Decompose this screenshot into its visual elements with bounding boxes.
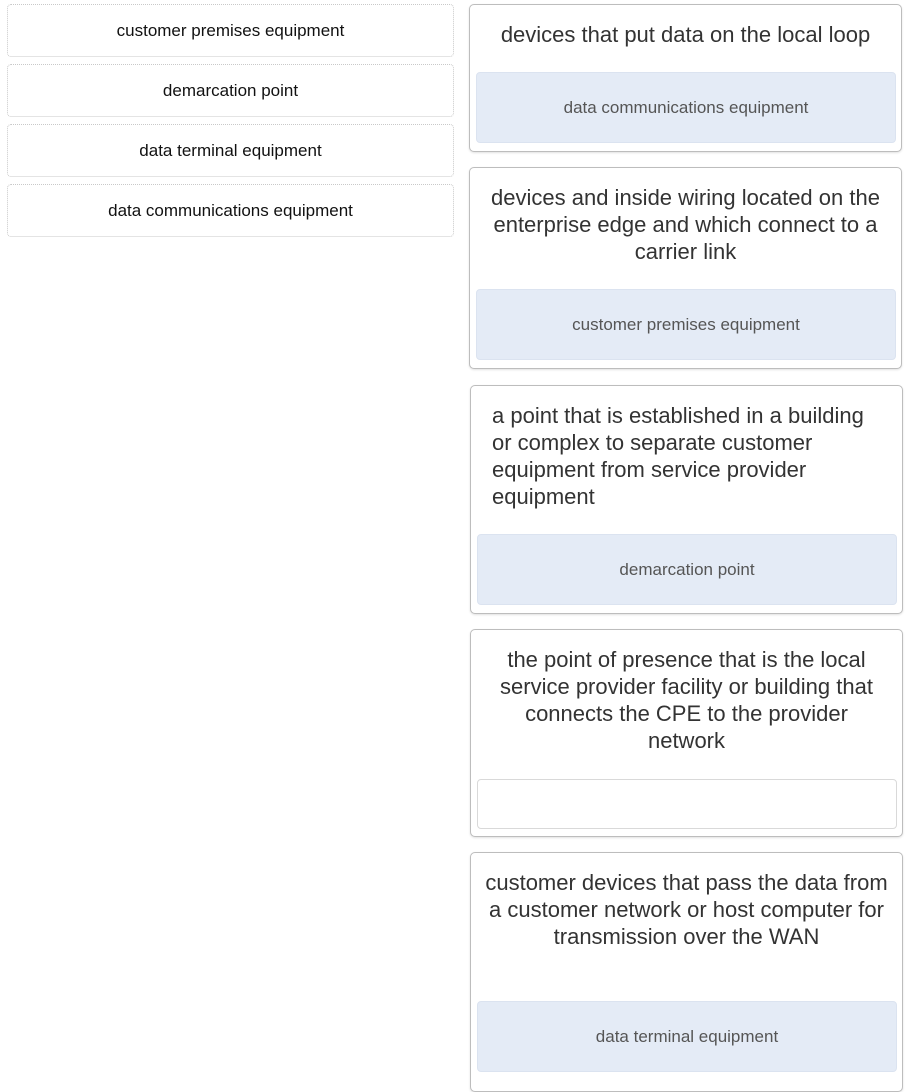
drop-zone-empty[interactable] xyxy=(477,779,897,829)
option-data-terminal-equipment[interactable]: data terminal equipment xyxy=(7,124,454,177)
target-description: customer devices that pass the data from… xyxy=(485,870,888,949)
target-card: a point that is established in a buildin… xyxy=(470,385,903,614)
target-description: a point that is established in a buildin… xyxy=(492,403,864,509)
target-card: the point of presence that is the local … xyxy=(470,629,903,837)
drop-zone[interactable]: customer premises equipment xyxy=(476,289,896,360)
target-card: devices that put data on the local loop … xyxy=(469,4,902,152)
drop-zone[interactable]: data terminal equipment xyxy=(477,1001,897,1072)
drop-zone[interactable]: demarcation point xyxy=(477,534,897,605)
option-customer-premises-equipment[interactable]: customer premises equipment xyxy=(7,4,454,57)
target-card: devices and inside wiring located on the… xyxy=(469,167,902,369)
option-data-communications-equipment[interactable]: data communications equipment xyxy=(7,184,454,237)
target-description: devices and inside wiring located on the… xyxy=(491,185,880,264)
target-card: customer devices that pass the data from… xyxy=(470,852,903,1092)
target-description: the point of presence that is the local … xyxy=(500,647,873,753)
option-demarcation-point[interactable]: demarcation point xyxy=(7,64,454,117)
target-description: devices that put data on the local loop xyxy=(500,22,871,47)
drop-zone[interactable]: data communications equipment xyxy=(476,72,896,143)
options-list: customer premises equipment demarcation … xyxy=(7,4,454,244)
